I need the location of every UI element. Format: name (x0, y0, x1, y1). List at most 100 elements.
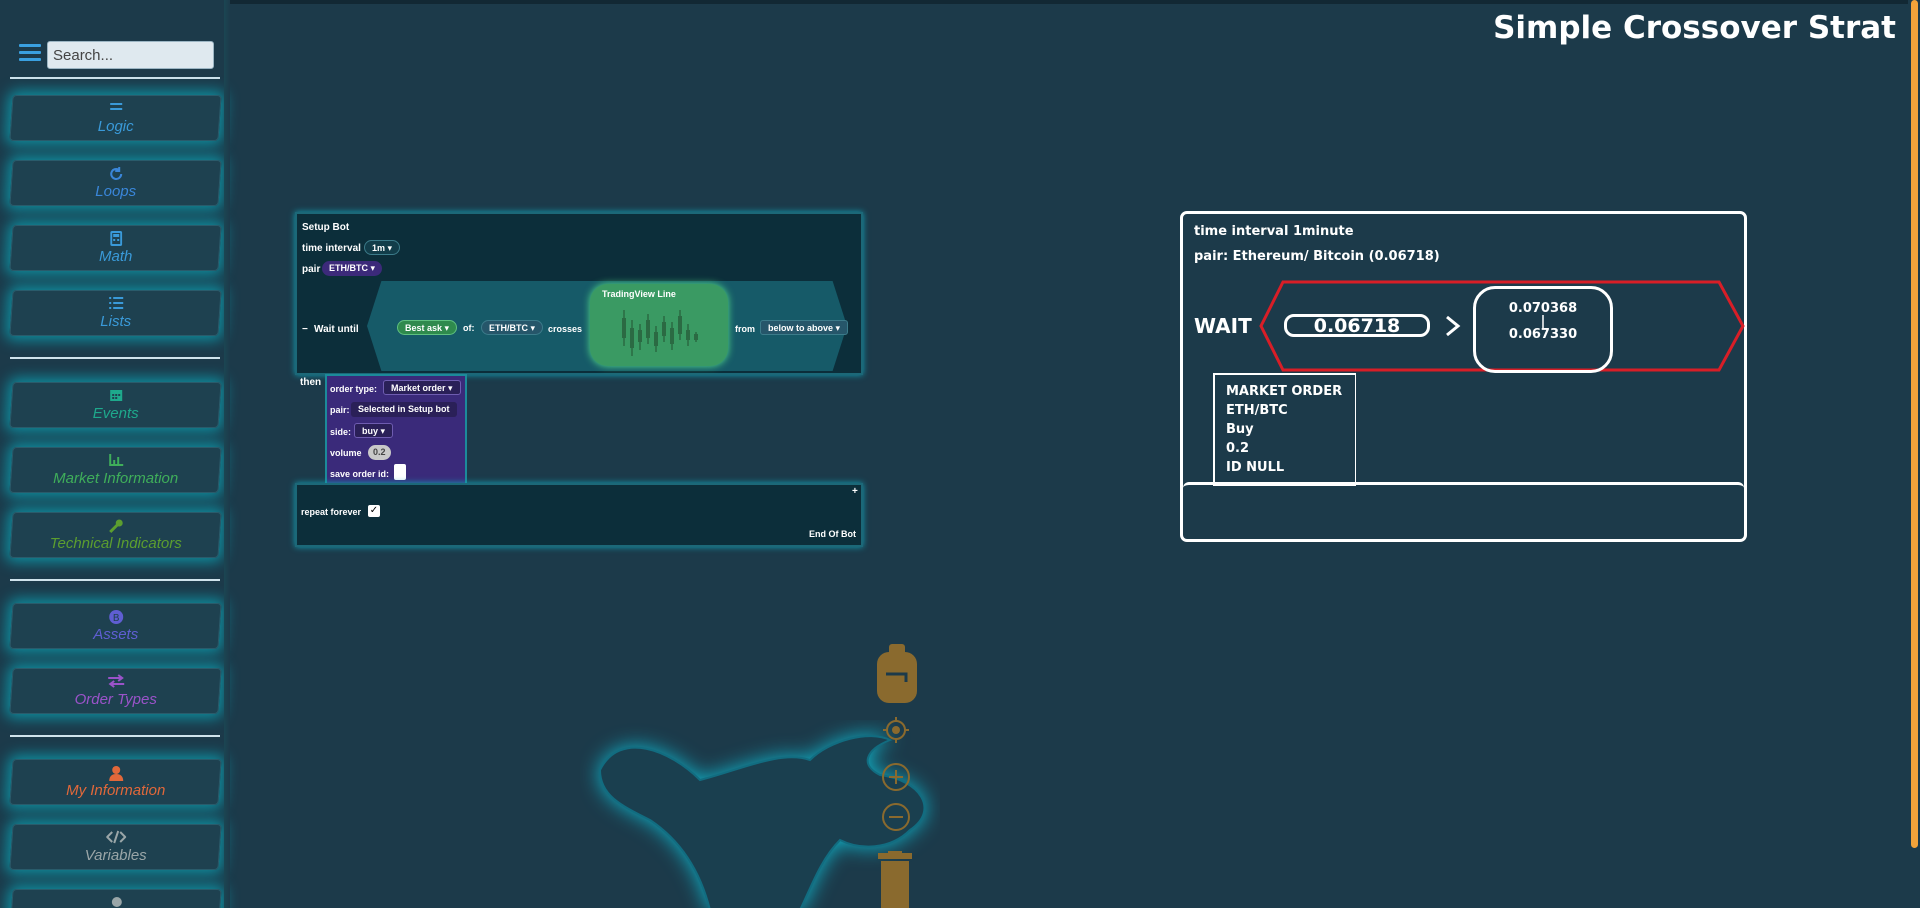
category-label: Loops (95, 183, 137, 200)
category-variables[interactable]: Variables (9, 824, 222, 870)
strategy-preview-panel: time interval 1minute pair: Ethereum/ Bi… (1180, 211, 1747, 542)
backpack-icon[interactable] (876, 642, 918, 704)
more-icon (12, 895, 221, 908)
pair-value: ETH/BTC (329, 263, 368, 273)
category-label: Math (99, 248, 133, 265)
pair-dropdown[interactable]: ETH/BTC ▾ (322, 261, 383, 276)
side-label: side: (330, 427, 352, 437)
of-pair-dropdown[interactable]: ETH/BTC ▾ (481, 320, 544, 335)
category-label: Lists (100, 313, 132, 330)
list-icon (11, 296, 220, 312)
category-market-information[interactable]: Market Information (9, 447, 222, 493)
category-label: Events (92, 405, 139, 422)
direction-value: below to above (768, 323, 834, 333)
sidebar-divider (10, 579, 220, 581)
preview-loop-box (1183, 482, 1744, 539)
scrollbar-thumb[interactable] (1911, 0, 1918, 848)
volume-input[interactable]: 0.2 (368, 445, 391, 460)
preview-wait-text: WAIT (1194, 314, 1252, 338)
category-order-types[interactable]: Order Types (9, 668, 222, 714)
block-workspace[interactable]: Setup Bot time interval 1m ▾ pair ETH/BT… (295, 212, 865, 547)
sidebar-edge (224, 0, 230, 908)
search-input[interactable] (47, 41, 214, 69)
price-source-value: Best ask (405, 323, 443, 333)
order-type-dropdown[interactable]: Market order ▾ (383, 380, 461, 395)
zoom-out-icon[interactable] (881, 802, 911, 832)
sidebar-divider (10, 735, 220, 737)
category-events[interactable]: Events (9, 382, 222, 428)
order-type-label: order type: (330, 384, 378, 394)
market-order-block[interactable]: order type: Market order ▾ pair: Selecte… (325, 374, 467, 488)
of-pair-value: ETH/BTC (489, 323, 528, 333)
side-dropdown[interactable]: buy ▾ (354, 423, 394, 438)
category-more[interactable] (9, 889, 222, 908)
category-label: Variables (84, 847, 147, 864)
candlestick-chart-icon (622, 310, 698, 356)
bitcoin-icon: B (11, 609, 220, 625)
category-label: Order Types (74, 691, 157, 708)
hamburger-menu-icon[interactable] (19, 44, 41, 62)
tradingview-line-card[interactable]: TradingView Line (590, 284, 728, 366)
repeat-forever-label: repeat forever (301, 507, 362, 517)
price-source-dropdown[interactable]: Best ask ▾ (397, 320, 458, 335)
greater-than-icon (1446, 315, 1461, 337)
order-line: ID NULL (1226, 460, 1285, 475)
user-icon (11, 765, 220, 781)
order-line: ETH/BTC (1226, 403, 1288, 418)
order-pair-value: Selected in Setup bot (351, 402, 457, 417)
preview-interval-text: time interval 1minute (1194, 224, 1354, 239)
volume-label: volume (330, 448, 362, 458)
preview-order-box: MARKET ORDER ETH/BTC Buy 0.2 ID NULL (1213, 373, 1356, 486)
category-label: My Information (66, 782, 166, 799)
end-of-bot-label: End Of Bot (809, 529, 856, 539)
order-line: Buy (1226, 422, 1254, 437)
preview-current-value: 0.06718 (1284, 314, 1430, 337)
tradingview-line-label: TradingView Line (602, 289, 676, 299)
category-label: Market Information (53, 470, 179, 487)
category-loops[interactable]: Loops (9, 160, 222, 206)
page-title: Simple Crossover Strat (1493, 10, 1896, 46)
time-interval-label: time interval (302, 243, 361, 254)
setup-bot-block[interactable]: Setup Bot time interval 1m ▾ pair ETH/BT… (295, 212, 863, 375)
sidebar-divider (10, 77, 220, 79)
setup-bot-title: Setup Bot (302, 222, 350, 233)
equals-icon (11, 101, 220, 117)
repeat-forever-checkbox[interactable]: ✓ (368, 505, 380, 517)
category-logic[interactable]: Logic (9, 95, 222, 141)
recenter-icon[interactable] (882, 716, 910, 744)
zoom-in-icon[interactable] (881, 762, 911, 792)
of-label: of: (463, 323, 475, 333)
order-line: 0.2 (1226, 441, 1250, 456)
category-label: Technical Indicators (49, 535, 182, 552)
preview-pair-text: pair: Ethereum/ Bitcoin (0.06718) (1194, 249, 1440, 264)
category-lists[interactable]: Lists (9, 290, 222, 336)
time-interval-dropdown[interactable]: 1m ▾ (364, 240, 401, 255)
category-assets[interactable]: B Assets (9, 603, 222, 649)
category-label: Logic (97, 118, 134, 135)
category-math[interactable]: Math (9, 225, 222, 271)
category-my-information[interactable]: My Information (9, 759, 222, 805)
category-label: Assets (93, 626, 139, 643)
pair-label: pair (302, 264, 321, 275)
wrench-icon (11, 518, 220, 534)
preview-range-box: 0.070368 | 0.067330 (1473, 286, 1613, 373)
category-technical-indicators[interactable]: Technical Indicators (9, 512, 222, 558)
add-block-button[interactable]: + (852, 486, 858, 497)
collapse-toggle[interactable]: − (302, 324, 308, 335)
from-label: from (735, 324, 755, 334)
repeat-forever-block[interactable]: + repeat forever ✓ End Of Bot (295, 483, 863, 547)
order-pair-label: pair: (330, 405, 350, 415)
exchange-icon (11, 674, 220, 690)
order-line: MARKET ORDER (1226, 384, 1343, 399)
code-icon (11, 830, 220, 846)
side-value: buy (362, 426, 379, 436)
order-type-value: Market order (391, 383, 446, 393)
save-order-id-input[interactable] (394, 464, 406, 480)
crosses-label: crosses (548, 324, 583, 334)
top-shadow (0, 0, 1920, 4)
range-low: 0.067330 (1508, 327, 1578, 342)
direction-dropdown[interactable]: below to above ▾ (760, 320, 849, 335)
svg-text:B: B (112, 613, 119, 624)
time-interval-value: 1m (372, 243, 386, 253)
trash-icon[interactable] (874, 851, 916, 908)
